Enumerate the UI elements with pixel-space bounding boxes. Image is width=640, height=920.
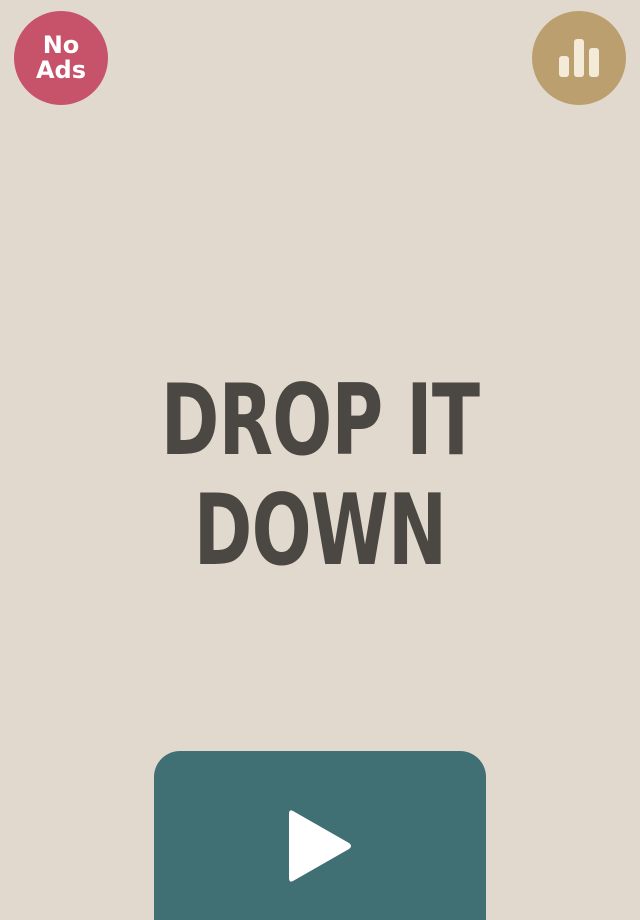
no-ads-label-line-1: No xyxy=(42,31,80,59)
no-ads-button[interactable]: No Ads xyxy=(14,11,108,105)
leaderboard-button[interactable] xyxy=(532,11,626,105)
game-title-line-2: DOWN xyxy=(193,474,447,588)
play-icon xyxy=(289,810,351,882)
play-button[interactable] xyxy=(154,751,486,920)
bar-chart-icon xyxy=(559,39,599,77)
game-title-line-1: DROP IT xyxy=(160,364,480,478)
game-title: DROP IT DOWN xyxy=(0,366,640,586)
start-screen: No Ads DROP IT DOWN xyxy=(0,0,640,920)
no-ads-label-line-2: Ads xyxy=(35,56,87,84)
